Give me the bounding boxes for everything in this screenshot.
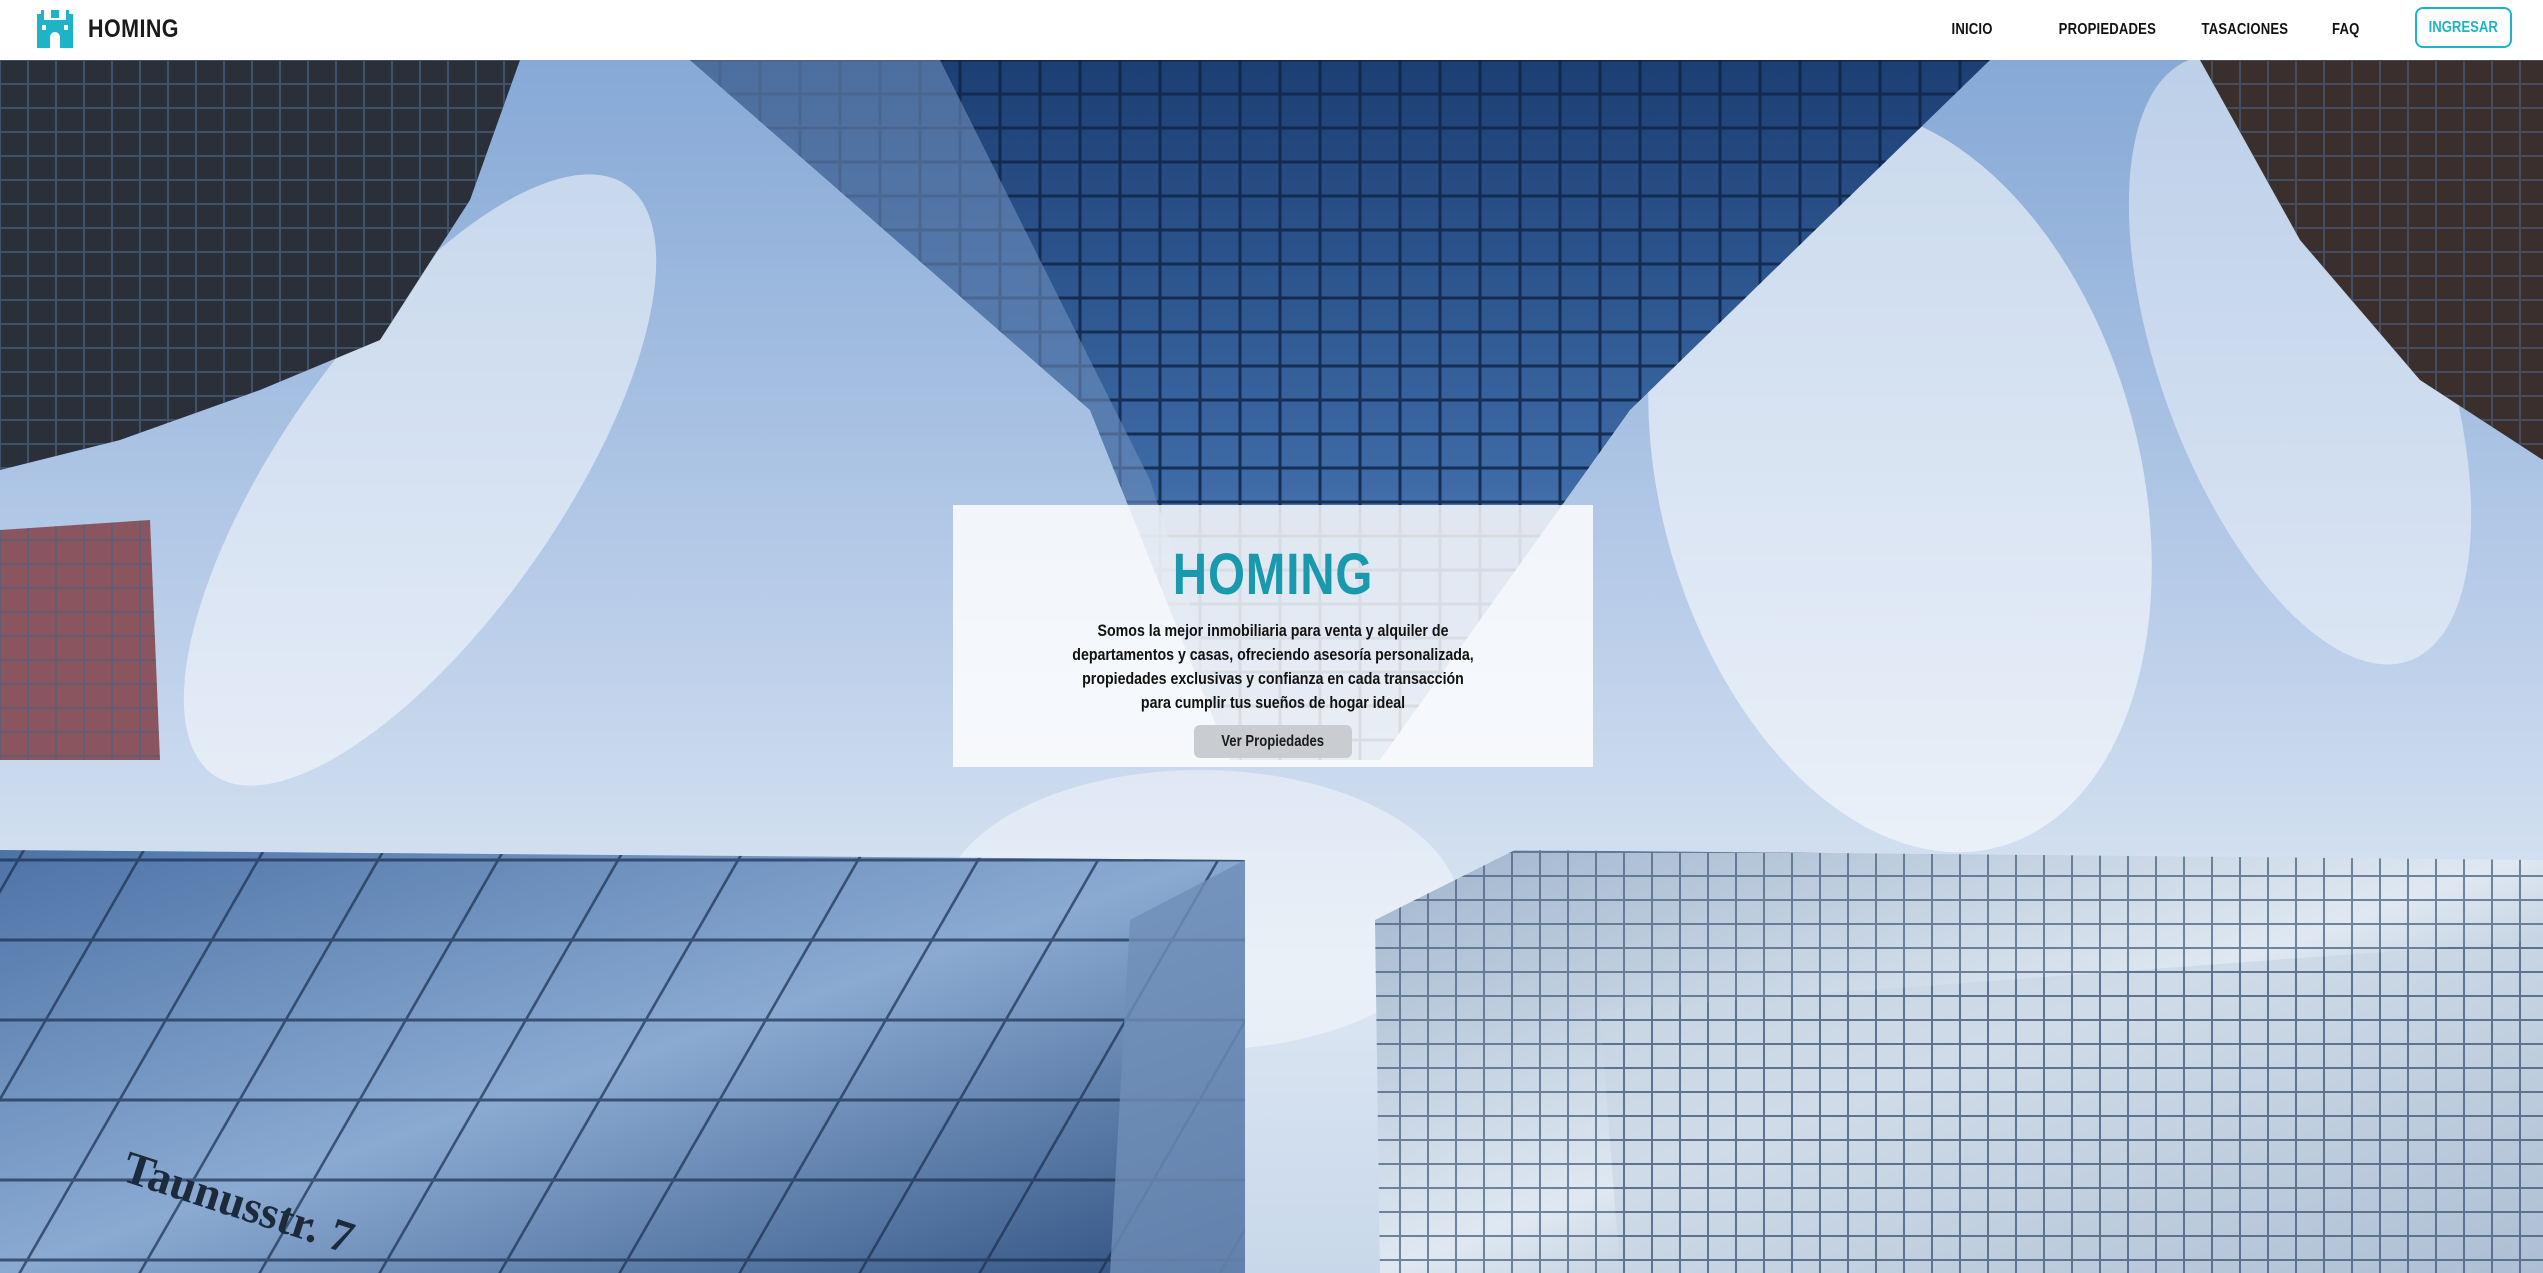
brand[interactable]: HOMING [34,6,194,52]
hero-section: Taunusstr. 7 HOMING Somos la mejor inmob… [0,60,2543,1273]
castle-icon [37,10,73,48]
hero-title: HOMING [1172,542,1374,607]
view-properties-button-label: Ver Propiedades [1221,733,1325,750]
hero-description: Somos la mejor inmobiliaria para venta y… [1072,622,1474,712]
login-button[interactable]: INGRESAR [2415,7,2512,48]
nav-link-inicio[interactable]: INICIO [1952,21,1993,39]
nav-link-tasaciones[interactable]: TASACIONES [2202,21,2289,39]
top-navbar: HOMING INICIO PROPIEDADES TASACIONES FAQ… [0,0,2543,60]
login-button-label: INGRESAR [2428,18,2499,36]
hero-card: HOMING Somos la mejor inmobiliaria para … [953,505,1593,767]
brand-name: HOMING [88,14,179,43]
nav-link-propiedades[interactable]: PROPIEDADES [2059,21,2156,39]
nav-link-faq[interactable]: FAQ [2332,21,2359,39]
view-properties-button[interactable]: Ver Propiedades [1194,725,1352,758]
